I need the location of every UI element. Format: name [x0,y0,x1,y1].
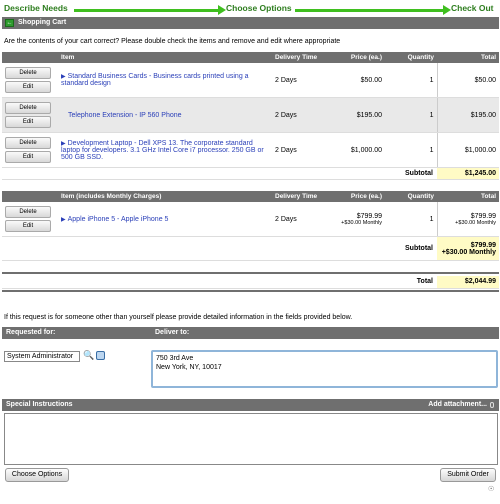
reference-details-icon[interactable] [96,351,105,360]
delivery-time: 2 Days [272,132,330,168]
item-total: $1,000.00 [436,132,499,168]
delivery-time: 2 Days [272,97,330,133]
edit-button[interactable]: Edit [5,220,51,232]
delivery-time: 2 Days [272,202,330,237]
item-quantity: 1 [385,97,437,133]
table-row: Delete Edit Telephone Extension - IP 560 … [2,97,499,133]
item-link[interactable]: Development Laptop - Dell XPS 13. The co… [61,140,264,161]
delete-button[interactable]: Delete [5,102,51,114]
shopping-cart-title: Shopping Cart [18,19,67,26]
requested-for-label: Requested for: [6,329,56,336]
col-quantity: Quantity [385,52,437,63]
progress-line-1 [74,9,220,12]
item-quantity: 1 [385,63,437,98]
paperclip-icon[interactable] [490,402,494,408]
resize-handle-icon[interactable]: ☉ [488,485,494,493]
progress-arrow-1 [218,5,226,15]
submit-order-button[interactable]: Submit Order [440,468,496,482]
cart-prompt: Are the contents of your cart correct? P… [4,38,341,45]
item-link[interactable]: Apple iPhone 5 - Apple iPhone 5 [68,216,169,223]
item-total: $195.00 [436,97,499,133]
monthly-header-row: Item (includes Monthly Charges) Delivery… [2,191,499,202]
item-total: $50.00 [436,63,499,98]
deliver-to-address-field[interactable]: 750 3rd Ave New York, NY, 10017 [151,350,498,388]
subtotal-monthly-value: +$30.00 Monthly [441,248,496,256]
table-row: Delete Edit ▶ Apple iPhone 5 - Apple iPhon… [2,202,499,237]
checkout-progress-bar: Describe Needs Choose Options Check Out [0,0,500,18]
special-instructions-label: Special Instructions [6,401,73,408]
progress-line-2 [295,9,445,12]
grand-total-row: Total $2,044.99 [2,276,499,289]
grand-total-table: Total $2,044.99 [2,276,499,289]
item-price: $1,000.00 [330,132,385,168]
col-total: Total [437,52,499,63]
choose-options-button[interactable]: Choose Options [5,468,69,482]
col-total: Total [437,191,499,202]
progress-arrow-2 [443,5,451,15]
special-instructions-field[interactable] [4,413,498,465]
requested-for-field[interactable]: System Administrator [4,351,80,362]
request-note: If this request is for someone other tha… [4,314,353,321]
col-price: Price (ea.) [330,191,385,202]
shopping-cart-header: ← Shopping Cart [2,17,499,29]
back-arrow-icon[interactable]: ← [5,19,14,27]
edit-button[interactable]: Edit [5,81,51,93]
grand-total-label: Total [2,276,437,289]
cart-table: Item Delivery Time Price (ea.) Quantity … [2,52,499,180]
item-price: $799.99 [356,212,382,220]
item-link[interactable]: Standard Business Cards - Business cards… [61,73,249,87]
col-delivery: Delivery Time [272,52,330,63]
add-attachment-link[interactable]: Add attachment... [428,399,487,411]
step-choose-options: Choose Options [226,3,292,13]
search-icon[interactable]: 🔍 [83,350,94,361]
edit-button[interactable]: Edit [5,116,51,128]
subtotal-value: $799.99 [470,241,496,249]
subtotal-row: Subtotal $799.99 +$30.00 Monthly [2,236,499,261]
total-divider-bottom [2,290,499,292]
table-row: Delete Edit ▶ Standard Business Cards - Bu… [2,63,499,98]
delivery-time: 2 Days [272,63,330,98]
col-quantity: Quantity [385,191,437,202]
cart-header-row: Item Delivery Time Price (ea.) Quantity … [2,52,499,63]
subtotal-label: Subtotal [2,167,437,180]
subtotal-value: $1,245.00 [437,167,499,180]
deliver-to-label: Deliver to: [155,329,190,336]
item-quantity: 1 [385,202,437,237]
monthly-charges-table: Item (includes Monthly Charges) Delivery… [2,191,499,261]
item-quantity: 1 [385,132,437,168]
total-divider [2,272,499,274]
special-instructions-header: Special Instructions Add attachment... [2,399,499,411]
item-price: $195.00 [330,97,385,133]
address-line-2: New York, NY, 10017 [156,364,222,371]
item-link[interactable]: Telephone Extension - IP 560 Phone [68,112,182,119]
step-check-out: Check Out [451,3,494,13]
request-header: Requested for: Deliver to: [2,327,499,339]
item-price-monthly: +$30.00 Monthly [341,219,382,226]
col-delivery: Delivery Time [272,191,330,202]
item-total: $799.99 [470,212,496,220]
subtotal-label: Subtotal [2,236,437,261]
expand-triangle-icon[interactable]: ▶ [61,217,66,223]
item-total-monthly: +$30.00 Monthly [455,219,496,226]
subtotal-row: Subtotal $1,245.00 [2,167,499,180]
item-price: $50.00 [330,63,385,98]
delete-button[interactable]: Delete [5,67,51,79]
col-item-monthly: Item (includes Monthly Charges) [58,191,272,202]
delete-button[interactable]: Delete [5,206,51,218]
edit-button[interactable]: Edit [5,151,51,163]
col-price: Price (ea.) [330,52,385,63]
grand-total-value: $2,044.99 [437,276,499,289]
step-describe-needs: Describe Needs [4,3,68,13]
col-item: Item [58,52,272,63]
table-row: Delete Edit ▶ Development Laptop - Dell XP… [2,132,499,168]
address-line-1: 750 3rd Ave [156,355,194,362]
delete-button[interactable]: Delete [5,137,51,149]
